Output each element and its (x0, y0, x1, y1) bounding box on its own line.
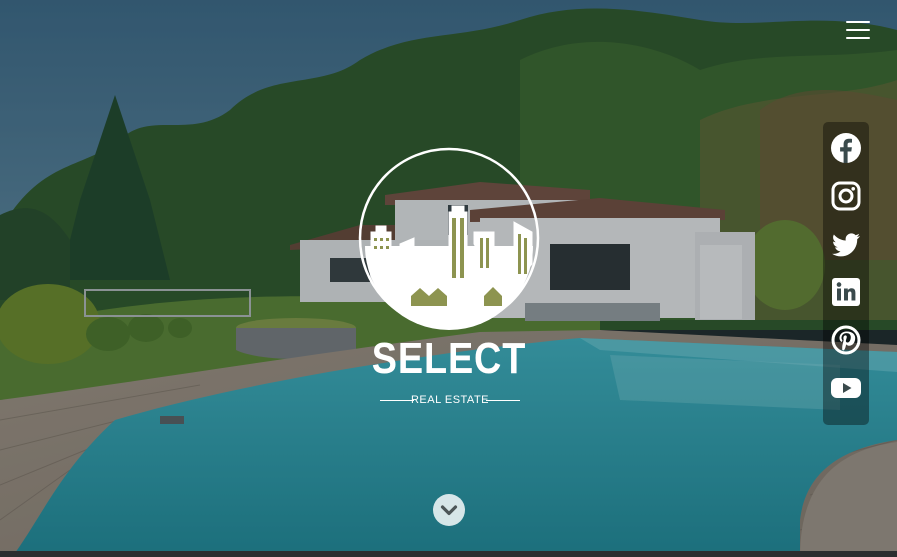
facebook-link[interactable] (830, 132, 862, 164)
chevron-down-icon (440, 505, 458, 516)
hamburger-menu-button[interactable] (841, 14, 875, 48)
youtube-icon (831, 378, 861, 398)
scroll-down-button[interactable] (433, 494, 465, 526)
pinterest-link[interactable] (830, 324, 862, 356)
twitter-icon (832, 233, 860, 257)
brand-logo[interactable]: SELECT REAL ESTATE (356, 146, 542, 406)
hamburger-line (846, 29, 870, 31)
brand-tagline-row: REAL ESTATE (380, 392, 520, 408)
bottom-edge-bar (0, 551, 897, 557)
brand-name: SELECT (371, 334, 527, 383)
city-skyline-icon (358, 147, 540, 330)
instagram-icon (831, 181, 861, 211)
hamburger-menu-icon (846, 21, 870, 23)
tagline-divider-right (486, 400, 520, 401)
linkedin-icon (832, 278, 860, 306)
hero-section: SELECT REAL ESTATE (0, 0, 897, 557)
linkedin-link[interactable] (830, 276, 862, 308)
hamburger-line (846, 37, 870, 39)
pinterest-icon (831, 325, 861, 355)
youtube-link[interactable] (830, 372, 862, 404)
social-links-bar (823, 122, 869, 425)
instagram-link[interactable] (830, 180, 862, 212)
twitter-link[interactable] (830, 228, 862, 260)
facebook-icon (831, 133, 861, 163)
